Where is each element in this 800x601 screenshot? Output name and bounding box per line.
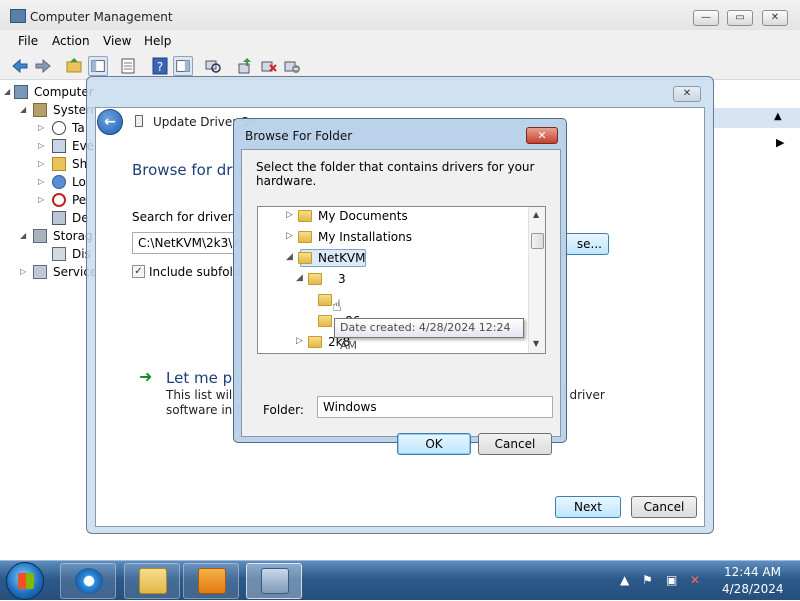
scan-hardware-icon[interactable] <box>203 56 223 76</box>
expand-arrow-icon[interactable]: ▷ <box>38 159 44 168</box>
properties-icon[interactable] <box>118 56 138 76</box>
show-hide-tree-icon[interactable] <box>88 56 108 76</box>
device-manager-icon <box>52 211 66 225</box>
volume-muted-icon[interactable]: ✕ <box>690 573 700 587</box>
browse-for-folder-dialog: Browse For Folder ✕ Select the folder th… <box>233 118 567 455</box>
close-button[interactable]: ✕ <box>762 10 788 26</box>
folder-icon <box>318 315 332 327</box>
folder-icon <box>298 231 312 243</box>
expand-arrow-icon[interactable]: ▷ <box>286 210 293 220</box>
show-hidden-icons-icon[interactable]: ▲ <box>620 573 629 587</box>
folder-tooltip: Date created: 4/28/2024 12:24 AM <box>334 318 524 352</box>
expand-arrow-icon[interactable]: ▷ <box>20 267 26 276</box>
network-icon[interactable]: ▣ <box>666 573 677 587</box>
computer-management-icon <box>261 568 289 594</box>
file-explorer-icon <box>139 568 167 594</box>
expand-arrow-icon[interactable]: ▷ <box>296 336 303 346</box>
taskbar-computer-management[interactable] <box>246 563 302 599</box>
action-center-flag-icon[interactable]: ⚑ <box>642 573 653 587</box>
scroll-up-icon[interactable]: ▲ <box>533 210 539 219</box>
clock-icon <box>52 121 66 135</box>
title-bar[interactable]: Computer Management — ▭ ✕ <box>0 0 800 30</box>
media-player-icon <box>198 568 226 594</box>
folder-icon <box>318 294 332 306</box>
folder-tree-scrollbar[interactable]: ▲ ▼ <box>528 207 545 353</box>
tools-icon <box>33 103 47 117</box>
expand-arrow-icon[interactable]: ▷ <box>38 123 44 132</box>
next-button[interactable]: Next <box>555 496 621 518</box>
device-icon <box>135 115 143 127</box>
back-arrow-icon[interactable] <box>10 56 30 76</box>
collapse-arrow-icon[interactable]: ◢ <box>4 87 10 96</box>
collapse-arrow-icon[interactable]: ◢ <box>20 105 26 114</box>
browse-dialog-title: Browse For Folder <box>245 129 353 143</box>
start-button[interactable] <box>6 562 44 600</box>
update-driver-icon[interactable] <box>235 56 255 76</box>
expand-arrow-icon[interactable]: ▷ <box>38 141 44 150</box>
scroll-thumb[interactable] <box>531 233 544 249</box>
taskbar-file-explorer[interactable] <box>124 563 180 599</box>
computer-icon <box>14 85 28 99</box>
scroll-down-icon[interactable]: ▼ <box>533 339 539 348</box>
more-actions-arrow-icon[interactable]: ▶ <box>776 136 784 149</box>
folder-icon <box>298 210 312 222</box>
uninstall-icon[interactable] <box>259 56 279 76</box>
taskbar-media-player[interactable] <box>183 563 239 599</box>
expand-arrow-icon[interactable]: ▷ <box>286 231 293 241</box>
folder-label: Folder: <box>263 403 304 417</box>
ok-button[interactable]: OK <box>397 433 471 455</box>
menu-action[interactable]: Action <box>52 34 90 48</box>
up-folder-icon[interactable] <box>64 56 84 76</box>
menu-view[interactable]: View <box>103 34 131 48</box>
browse-heading: Browse for driv <box>132 161 246 179</box>
clock-date[interactable]: 4/28/2024 <box>722 582 784 596</box>
green-arrow-icon: ➜ <box>139 367 153 386</box>
collapse-arrow-icon[interactable]: ◢ <box>286 252 293 262</box>
folder-input[interactable]: Windows <box>317 396 553 418</box>
computer-management-icon <box>10 9 26 23</box>
browse-instruction: Select the folder that contains drivers … <box>256 160 535 188</box>
taskbar: ▲ ⚑ ▣ ✕ <box>0 560 800 600</box>
open-folder-icon <box>298 252 312 264</box>
internet-explorer-icon <box>75 568 103 594</box>
menu-help[interactable]: Help <box>144 34 171 48</box>
svg-text:?: ? <box>157 60 163 74</box>
services-icon <box>33 265 47 279</box>
taskbar-internet-explorer[interactable] <box>60 563 116 599</box>
browse-dialog-body: Select the folder that contains drivers … <box>241 149 561 455</box>
clock-time[interactable]: 12:44 AM <box>724 565 781 579</box>
disk-icon <box>52 247 66 261</box>
open-folder-icon <box>308 273 322 285</box>
collapse-arrow-icon[interactable]: ◢ <box>20 231 26 240</box>
expand-arrow-icon[interactable]: ▷ <box>38 177 44 186</box>
menu-file[interactable]: File <box>18 34 38 48</box>
disable-device-icon[interactable] <box>282 56 302 76</box>
users-icon <box>52 175 66 189</box>
maximize-button[interactable]: ▭ <box>727 10 753 26</box>
browse-dialog-close-button[interactable]: ✕ <box>526 127 558 144</box>
include-subfolders-checkbox[interactable]: ✓ <box>132 265 145 278</box>
event-viewer-icon <box>52 139 66 153</box>
storage-icon <box>33 229 47 243</box>
back-button[interactable]: ← <box>97 109 123 135</box>
folder-icon <box>308 336 322 348</box>
performance-icon <box>52 193 66 207</box>
collapse-up-icon[interactable]: ▲ <box>774 111 782 122</box>
windows-logo-icon <box>18 573 34 589</box>
forward-arrow-icon[interactable] <box>33 56 53 76</box>
browse-cancel-button[interactable]: Cancel <box>478 433 552 455</box>
menu-bar: File Action View Help <box>0 30 800 52</box>
hand-cursor-icon: ☝ <box>332 296 342 315</box>
expand-arrow-icon[interactable]: ▷ <box>38 195 44 204</box>
help-icon[interactable]: ? <box>150 56 170 76</box>
show-hide-action-pane-icon[interactable] <box>173 56 193 76</box>
cancel-button[interactable]: Cancel <box>631 496 697 518</box>
window-title: Computer Management <box>30 10 173 24</box>
actions-pane-header[interactable]: ▲ <box>712 108 800 128</box>
update-dialog-close-button[interactable]: ✕ <box>673 86 701 102</box>
collapse-arrow-icon[interactable]: ◢ <box>296 273 303 283</box>
minimize-button[interactable]: — <box>693 10 719 26</box>
shared-folder-icon <box>52 157 66 171</box>
